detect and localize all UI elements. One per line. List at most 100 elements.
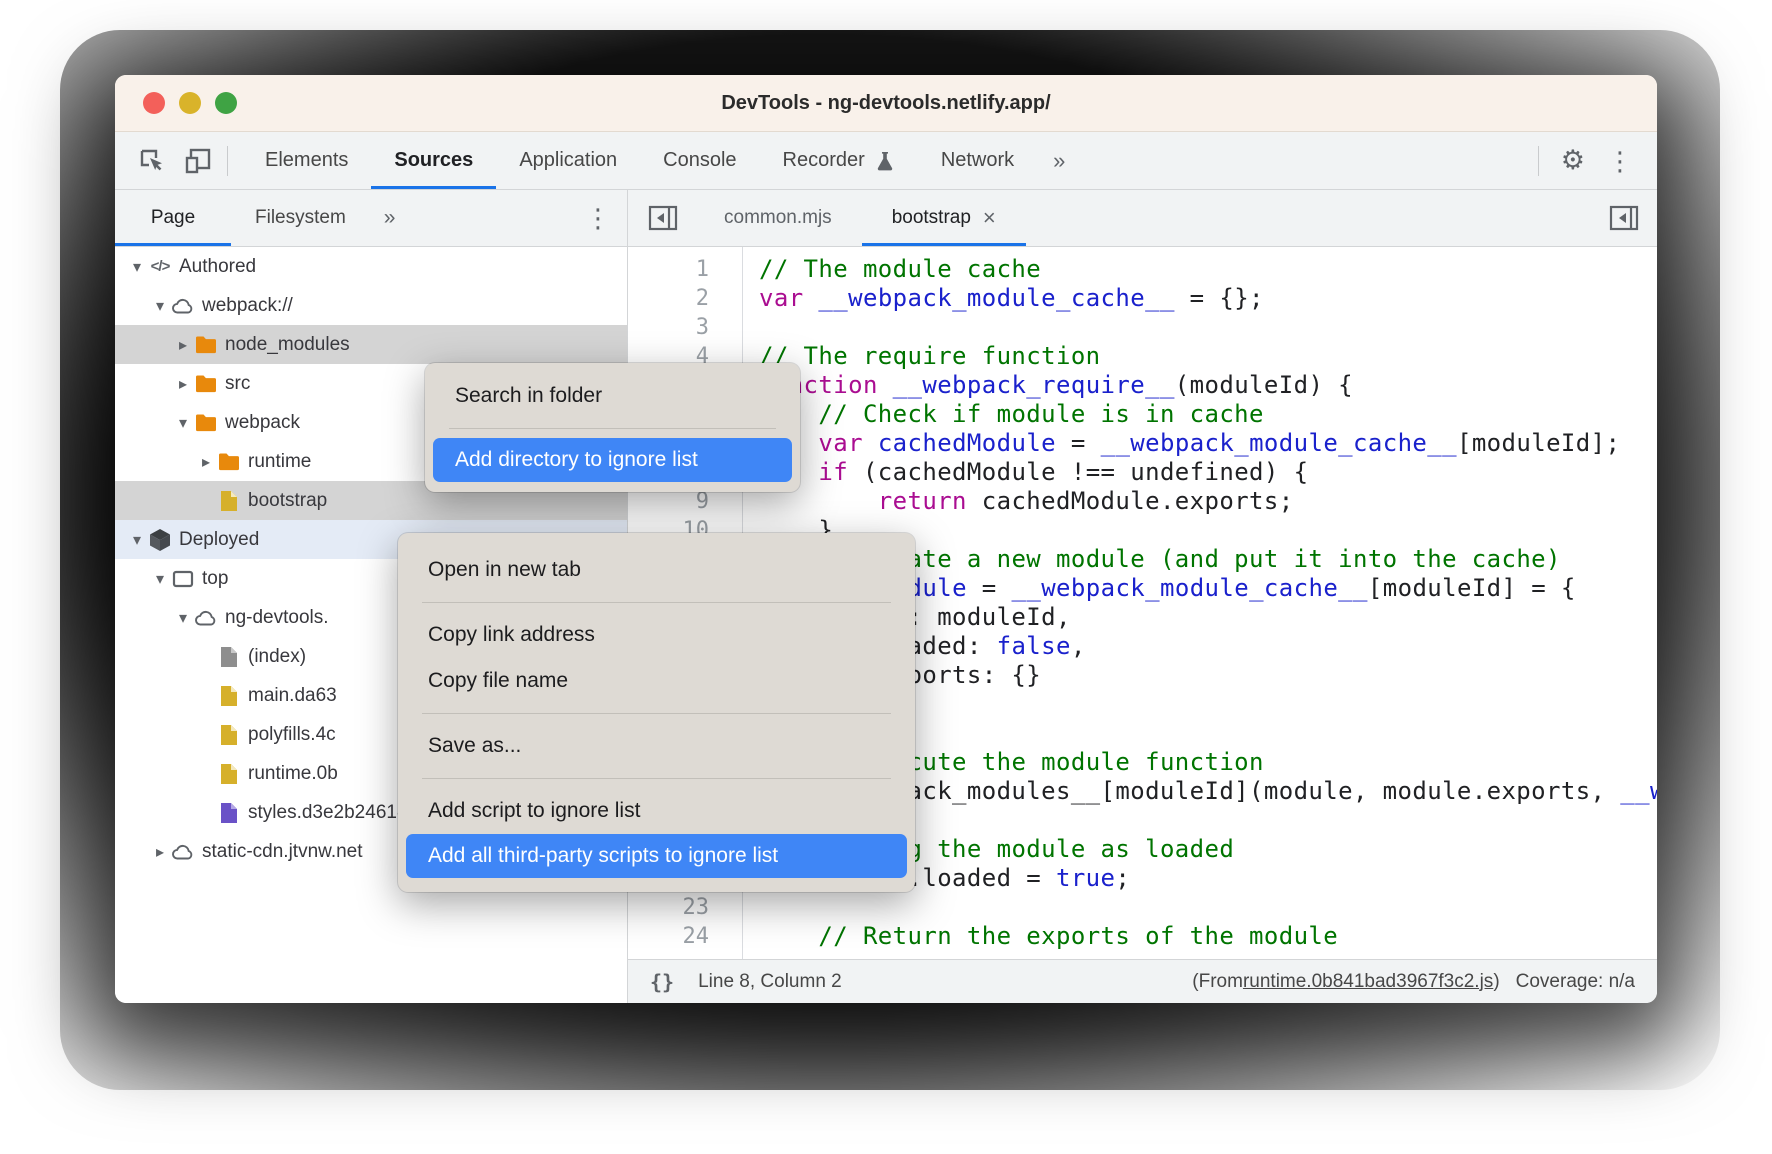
code-token: [moduleId] = { xyxy=(1368,574,1576,602)
script-file-icon xyxy=(217,723,241,747)
menu-item-copy-file-name[interactable]: Copy file name xyxy=(398,658,915,704)
tab-filesystem[interactable]: Filesystem xyxy=(231,190,370,246)
chevron-down-icon[interactable]: ▾ xyxy=(152,569,168,589)
code-text: var __webpack_module_cache__ = {}; xyxy=(743,284,1264,313)
code-text: if (cachedModule !== undefined) { xyxy=(743,458,1308,487)
tab-label: Sources xyxy=(394,149,473,172)
chevron-down-icon[interactable]: ▾ xyxy=(129,257,145,277)
folder-icon xyxy=(217,452,241,472)
file-context-menu: Open in new tab Copy link address Copy f… xyxy=(398,533,915,892)
code-token xyxy=(804,284,819,312)
tree-item-webpack-origin[interactable]: ▾ webpack:// xyxy=(115,286,627,325)
tree-item-label: Authored xyxy=(179,256,256,278)
toolbar-right-icons: ⚙ ⋮ xyxy=(1538,132,1657,189)
settings-gear-icon[interactable]: ⚙ xyxy=(1561,147,1585,174)
folder-context-menu: Search in folder Add directory to ignore… xyxy=(425,363,800,492)
code-token: ; xyxy=(1115,864,1130,892)
tree-item-label: static-cdn.jtvnw.net xyxy=(202,841,363,863)
menu-item-label: Open in new tab xyxy=(428,558,581,582)
zoom-window-button[interactable] xyxy=(215,92,237,114)
tree-item-label: main.da63 xyxy=(248,685,337,707)
tab-recorder[interactable]: Recorder xyxy=(760,132,918,189)
tab-elements[interactable]: Elements xyxy=(242,132,371,189)
chevron-down-icon[interactable]: ▾ xyxy=(175,413,191,433)
line-number: 1 xyxy=(628,255,743,284)
main-menu-kebab-icon[interactable]: ⋮ xyxy=(1607,148,1633,174)
menu-item-add-all-third-party-scripts[interactable]: Add all third-party scripts to ignore li… xyxy=(406,834,907,878)
tab-console[interactable]: Console xyxy=(640,132,759,189)
more-navigator-tabs-chevron-icon[interactable]: » xyxy=(370,190,410,246)
chevron-right-icon[interactable]: ▸ xyxy=(175,374,191,394)
menu-separator xyxy=(449,428,776,429)
toolbar-divider xyxy=(1538,146,1539,176)
chevron-down-icon[interactable]: ▾ xyxy=(175,608,191,628)
menu-item-label: Add directory to ignore list xyxy=(455,448,698,472)
device-toolbar-icon[interactable] xyxy=(183,146,213,176)
code-token xyxy=(759,922,818,950)
code-text: return cachedModule.exports; xyxy=(743,487,1294,516)
tab-label: Page xyxy=(151,207,195,229)
flask-icon xyxy=(875,150,895,172)
menu-item-label: Copy link address xyxy=(428,623,595,647)
code-token: (moduleId) { xyxy=(1175,371,1353,399)
script-file-icon xyxy=(217,762,241,786)
title-bar[interactable]: DevTools - ng-devtools.netlify.app/ xyxy=(115,75,1657,132)
menu-item-save-as[interactable]: Save as... xyxy=(398,723,915,769)
code-token: // Return the exports of the module xyxy=(818,922,1338,950)
toolbar-divider xyxy=(227,146,228,176)
menu-separator xyxy=(422,778,891,779)
code-text: // Check if module is in cache xyxy=(743,400,1264,429)
code-token: if xyxy=(818,458,848,486)
menu-item-add-script-to-ignore-list[interactable]: Add script to ignore list xyxy=(398,788,915,834)
menu-item-label: Search in folder xyxy=(455,384,602,408)
close-tab-icon[interactable]: × xyxy=(983,207,996,229)
menu-item-add-directory-to-ignore-list[interactable]: Add directory to ignore list xyxy=(433,438,792,482)
code-text: // The module cache xyxy=(743,255,1041,284)
inspect-element-icon[interactable] xyxy=(137,146,167,176)
sourcemap-from-prefix: (From xyxy=(1192,971,1243,993)
sourcemap-source-link[interactable]: runtime.0b841bad3967f3c2.js xyxy=(1243,971,1493,993)
cursor-position: Line 8, Column 2 xyxy=(698,971,842,993)
chevron-down-icon[interactable]: ▾ xyxy=(129,530,145,550)
navigator-tabs: Page Filesystem » ⋮ xyxy=(115,190,627,247)
cloud-icon xyxy=(171,843,195,861)
tab-page[interactable]: Page xyxy=(115,190,231,246)
tab-application[interactable]: Application xyxy=(496,132,640,189)
tree-item-label: node_modules xyxy=(225,334,350,356)
close-window-button[interactable] xyxy=(143,92,165,114)
editor-tab-common-mjs[interactable]: common.mjs xyxy=(694,190,862,246)
line-number: 3 xyxy=(628,313,743,342)
status-right: (From runtime.0b841bad3967f3c2.js) Cover… xyxy=(1192,971,1635,993)
hide-navigator-icon[interactable] xyxy=(628,190,694,246)
chevron-right-icon[interactable]: ▸ xyxy=(152,842,168,862)
tab-sources[interactable]: Sources xyxy=(371,132,496,189)
code-text: function __webpack_require__(moduleId) { xyxy=(743,371,1353,400)
minimize-window-button[interactable] xyxy=(179,92,201,114)
editor-tab-bar: common.mjs bootstrap × xyxy=(628,190,1657,247)
code-token: = {}; xyxy=(1175,284,1264,312)
editor-tab-bootstrap[interactable]: bootstrap × xyxy=(862,190,1026,246)
code-token: var xyxy=(759,284,804,312)
chevron-right-icon[interactable]: ▸ xyxy=(198,452,214,472)
code-line: 24 // Return the exports of the module xyxy=(628,922,1657,951)
menu-item-copy-link-address[interactable]: Copy link address xyxy=(398,612,915,658)
chevron-down-icon[interactable]: ▾ xyxy=(152,296,168,316)
navigator-kebab-icon[interactable]: ⋮ xyxy=(585,190,627,246)
pretty-print-icon[interactable]: {} xyxy=(650,970,674,994)
more-panels-chevron-icon[interactable]: » xyxy=(1037,132,1081,189)
menu-item-open-in-new-tab[interactable]: Open in new tab xyxy=(398,547,915,593)
line-number: 2 xyxy=(628,284,743,313)
chevron-right-icon[interactable]: ▸ xyxy=(175,335,191,355)
code-token: __webpack_module_cache__ xyxy=(1012,574,1368,602)
editor-tab-label: common.mjs xyxy=(724,207,832,229)
document-file-icon xyxy=(217,645,241,669)
collapse-panel-icon[interactable] xyxy=(1609,190,1657,246)
menu-item-search-in-folder[interactable]: Search in folder xyxy=(425,373,800,419)
code-token: // The require function xyxy=(759,342,1101,370)
tab-label: Recorder xyxy=(783,149,865,172)
tab-network[interactable]: Network xyxy=(918,132,1037,189)
code-token: // Create a new module (and put it into … xyxy=(818,545,1560,573)
tree-item-node-modules[interactable]: ▸ node_modules xyxy=(115,325,627,364)
tree-item-authored[interactable]: ▾ </> Authored xyxy=(115,247,627,286)
editor-tab-label: bootstrap xyxy=(892,207,971,229)
